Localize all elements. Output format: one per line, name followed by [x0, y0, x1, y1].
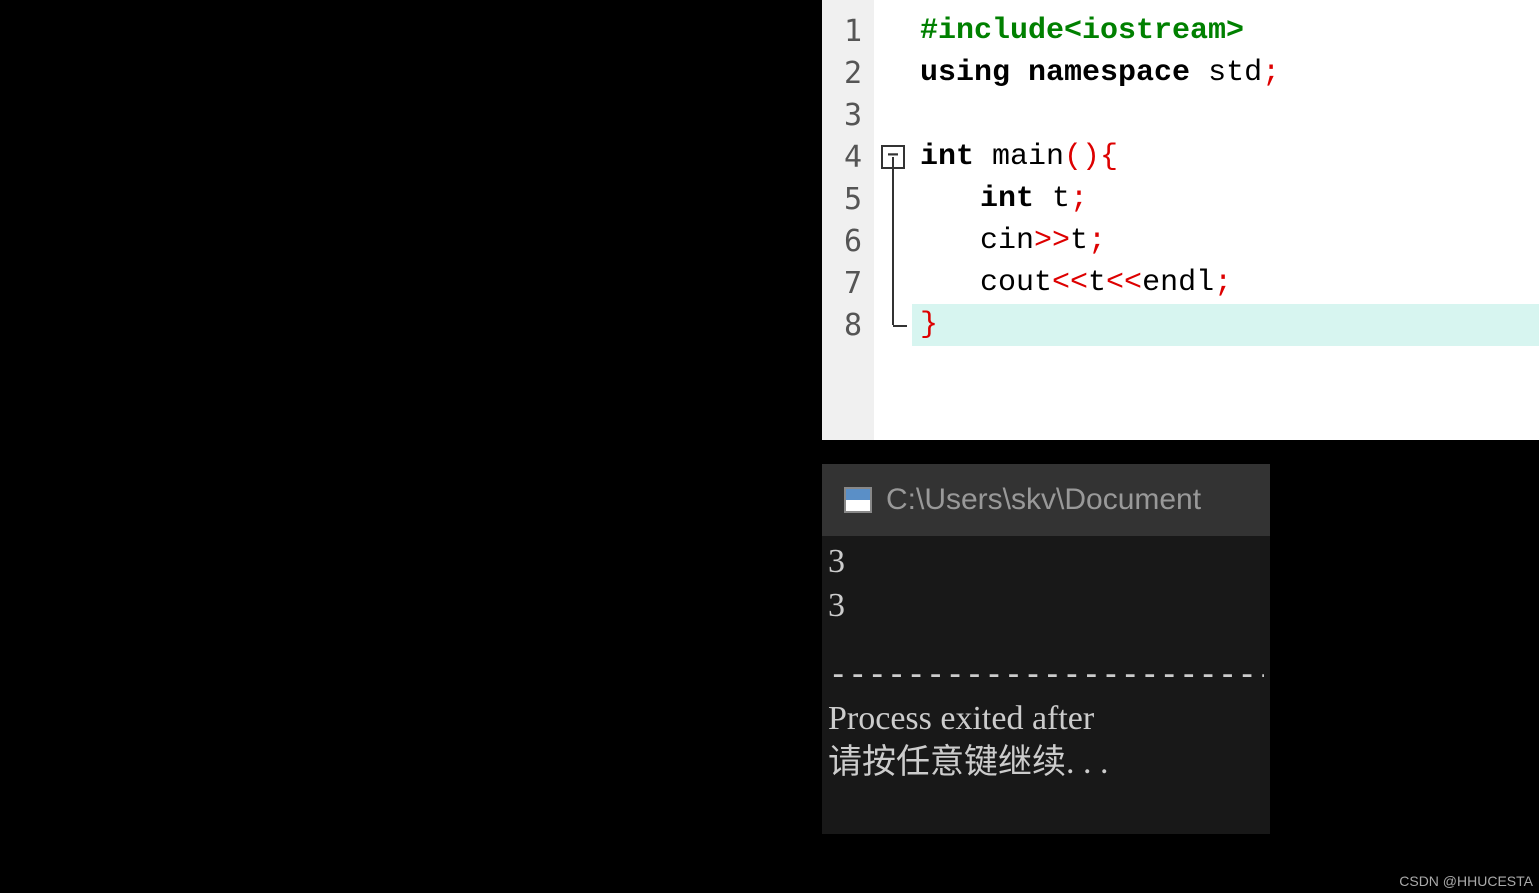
line-number: 6: [822, 220, 874, 262]
line-number: 3: [822, 94, 874, 136]
line-number: 2: [822, 52, 874, 94]
console-body[interactable]: 3 3 -------------------------------- Pro…: [822, 536, 1270, 789]
code-area[interactable]: #include<iostream> using namespace std; …: [912, 0, 1539, 440]
console-continue-msg: 请按任意键继续. . .: [828, 741, 1264, 785]
console-output-line: 3: [828, 584, 1264, 628]
code-line-7[interactable]: cout<<t<<endl;: [912, 262, 1539, 304]
console-output-line: 3: [828, 540, 1264, 584]
line-number-gutter: 1 2 3 4 5 6 7 8: [822, 0, 874, 440]
watermark: CSDN @HHUCESTA: [1399, 873, 1533, 889]
console-window: C:\Users\skv\Document 3 3 --------------…: [822, 464, 1270, 834]
code-editor-panel: 1 2 3 4 5 6 7 8 − #include<iostream> usi…: [822, 0, 1539, 440]
console-title: C:\Users\skv\Document: [886, 483, 1201, 517]
fold-column: −: [874, 0, 912, 440]
line-number: 7: [822, 262, 874, 304]
console-process-msg: Process exited after: [828, 697, 1264, 741]
line-number: 8: [822, 304, 874, 346]
code-line-5[interactable]: int t;: [912, 178, 1539, 220]
console-divider: --------------------------------: [828, 652, 1264, 696]
console-app-icon: [844, 487, 872, 513]
console-titlebar[interactable]: C:\Users\skv\Document: [822, 464, 1270, 536]
code-line-3[interactable]: [912, 94, 1539, 136]
line-number: 1: [822, 10, 874, 52]
code-line-4[interactable]: int main(){: [912, 136, 1539, 178]
code-line-1[interactable]: #include<iostream>: [912, 10, 1539, 52]
code-line-6[interactable]: cin>>t;: [912, 220, 1539, 262]
line-number: 4: [822, 136, 874, 178]
code-line-8[interactable]: }: [912, 304, 1539, 346]
code-line-2[interactable]: using namespace std;: [912, 52, 1539, 94]
line-number: 5: [822, 178, 874, 220]
